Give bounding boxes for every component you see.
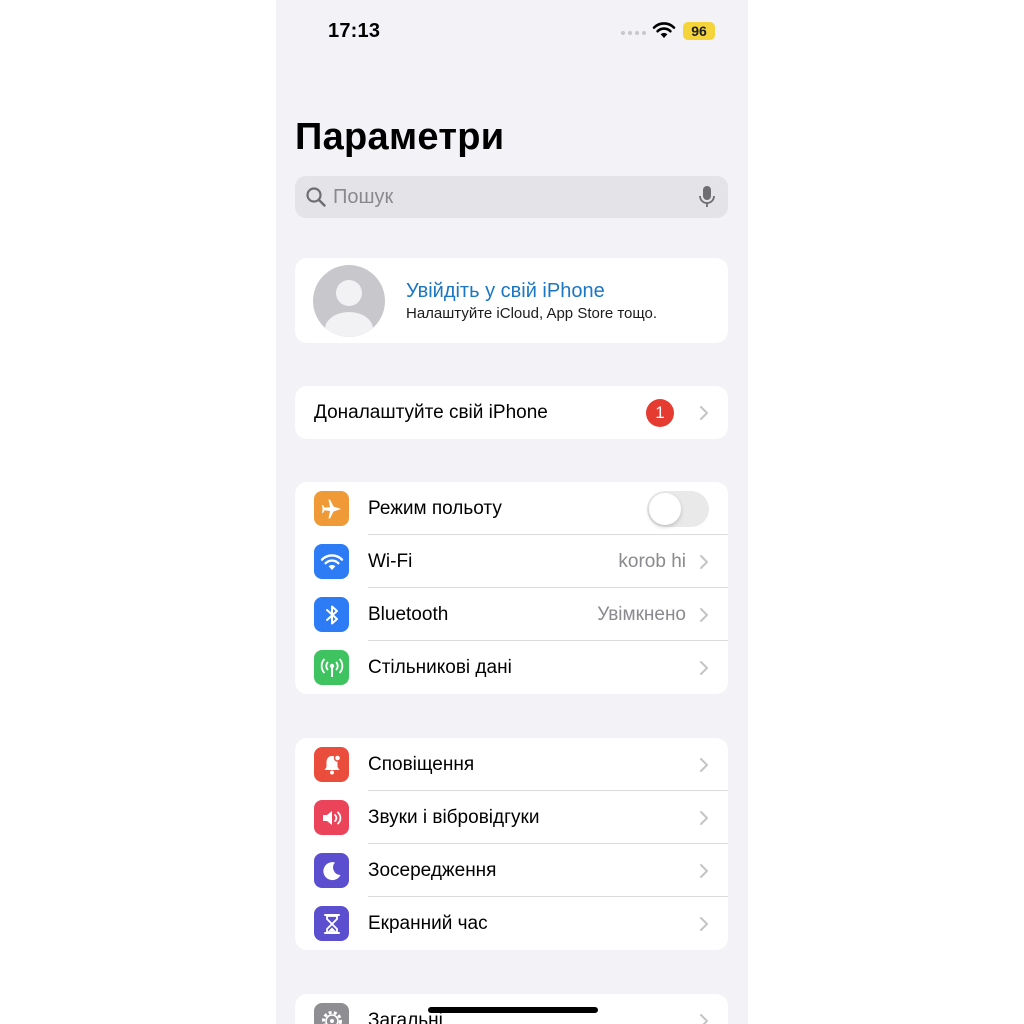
settings-screen: 17:13 96 Параметри Увійдіть у свій iP [276,0,748,1024]
chevron-right-icon [700,555,708,569]
notification-badge: 1 [646,399,674,427]
chevron-right-icon [700,406,708,420]
row-screen-time[interactable]: Екранний час [295,897,728,950]
wifi-icon [314,544,349,579]
battery-indicator: 96 [683,22,715,40]
row-notifications[interactable]: Сповіщення [295,738,728,791]
sounds-haptics-label: Звуки і вібровідгуки [368,807,540,828]
avatar [313,265,385,337]
cellular-label: Стільникові дані [368,657,512,678]
status-bar: 17:13 96 [276,0,748,64]
wifi-label: Wi-Fi [368,551,413,572]
bluetooth-icon [314,597,349,632]
screen-time-label: Екранний час [368,913,488,934]
row-sounds-haptics[interactable]: Звуки і вібровідгуки [295,791,728,844]
row-bluetooth[interactable]: Bluetooth Увімкнено [295,588,728,641]
signin-subtitle: Налаштуйте iCloud, App Store тощо. [406,305,658,322]
cellular-signal-icon [621,31,646,35]
account-signin-card[interactable]: Увійдіть у свій iPhone Налаштуйте iCloud… [295,258,728,343]
row-cellular[interactable]: Стільникові дані [295,641,728,694]
antenna-icon [314,650,349,685]
bluetooth-status-value: Увімкнено [597,604,686,625]
alerts-group: Сповіщення Звуки і вібровідгуки Зосередж… [295,738,728,950]
finish-setup-row[interactable]: Доналаштуйте свій iPhone 1 [295,386,728,439]
row-wifi[interactable]: Wi-Fi korob hi [295,535,728,588]
signin-title: Увійдіть у свій iPhone [406,280,605,302]
status-time: 17:13 [328,20,381,42]
hourglass-icon [314,906,349,941]
wifi-status-icon [652,22,676,38]
connectivity-group: Режим польоту Wi-Fi korob hi Bluetooth У… [295,482,728,694]
wifi-network-value: korob hi [618,551,686,572]
search-input[interactable] [333,177,698,217]
finish-setup-label: Доналаштуйте свій iPhone [314,402,548,423]
chevron-right-icon [700,1014,708,1024]
chevron-right-icon [700,917,708,931]
chevron-right-icon [700,608,708,622]
focus-label: Зосередження [368,860,497,881]
airplane-mode-toggle[interactable] [647,491,709,527]
gear-icon [314,1003,349,1024]
airplane-mode-label: Режим польоту [368,498,502,519]
chevron-right-icon [700,661,708,675]
row-airplane-mode[interactable]: Режим польоту [295,482,728,535]
search-bar[interactable] [295,176,728,218]
search-icon [306,187,326,207]
page-title: Параметри [295,116,505,158]
microphone-icon[interactable] [698,185,716,209]
chevron-right-icon [700,758,708,772]
chevron-right-icon [700,864,708,878]
chevron-right-icon [700,811,708,825]
airplane-icon [314,491,349,526]
row-focus[interactable]: Зосередження [295,844,728,897]
notifications-label: Сповіщення [368,754,475,775]
speaker-icon [314,800,349,835]
person-icon [325,280,373,337]
bell-icon [314,747,349,782]
bluetooth-label: Bluetooth [368,604,449,625]
home-indicator [428,1007,598,1013]
moon-icon [314,853,349,888]
